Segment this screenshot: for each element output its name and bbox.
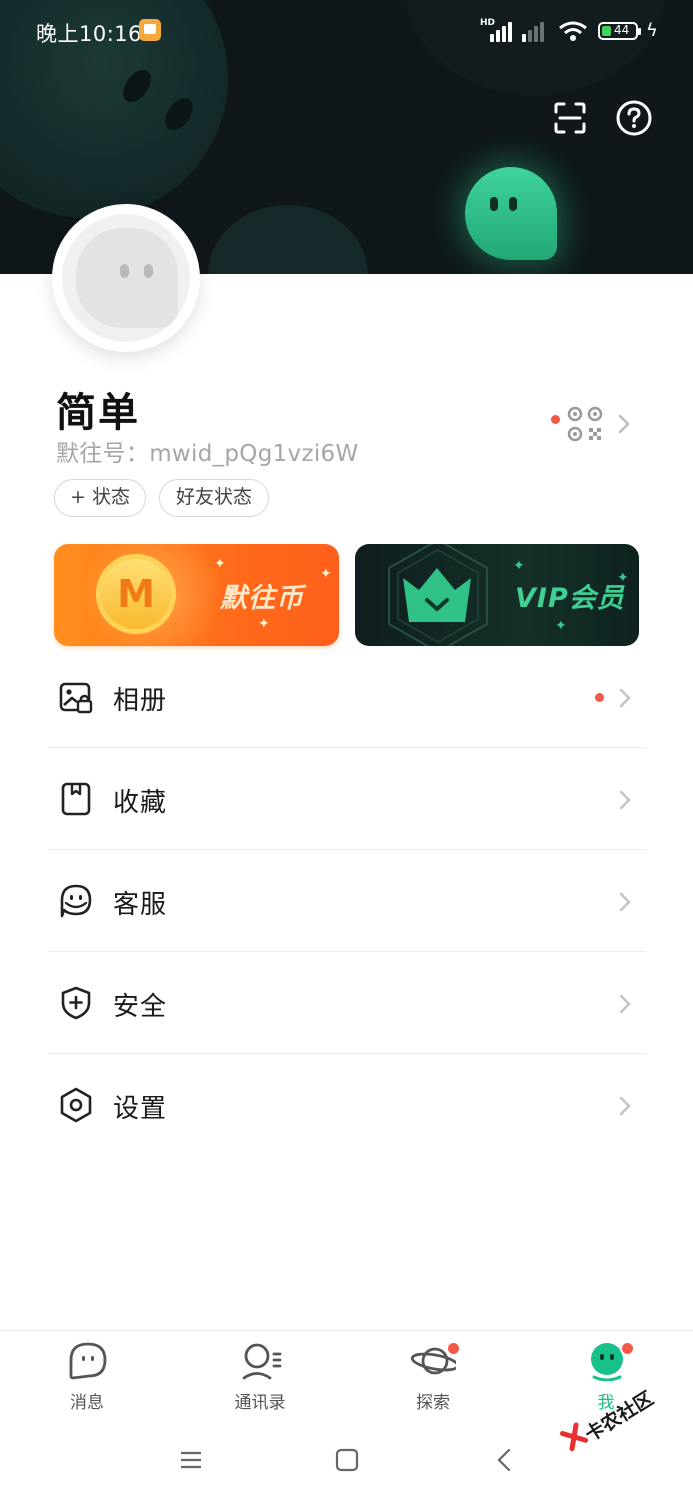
chevron-right-icon: [619, 994, 631, 1014]
back-icon[interactable]: [491, 1446, 519, 1474]
ghost-mascot-icon: [465, 167, 557, 260]
shield-icon: [61, 986, 91, 1020]
chevron-right-icon: [619, 892, 631, 912]
add-status-button[interactable]: + 状态: [54, 479, 146, 517]
chevron-right-icon: [619, 790, 631, 810]
customer-service-icon: [60, 884, 92, 918]
sparkle-icon: ✦: [617, 570, 629, 586]
settings-menu: 相册 收藏 客服 安全 设置: [48, 646, 646, 1156]
menu-item-label: 收藏: [113, 788, 168, 818]
help-icon[interactable]: [614, 98, 654, 138]
chevron-right-icon[interactable]: [617, 413, 631, 435]
planet-decoration: [208, 205, 368, 274]
default-avatar-ghost-icon: [76, 228, 178, 328]
tab-label: 消息: [70, 1393, 104, 1413]
chevron-right-icon: [619, 1096, 631, 1116]
signal-icon: [490, 20, 512, 42]
menu-item-label: 客服: [113, 890, 168, 920]
battery-level: 44: [614, 23, 630, 37]
crown-icon: [403, 568, 471, 622]
status-bar: 晚上10:16 HD 44 ϟ: [0, 0, 693, 62]
sparkle-icon: ✦: [320, 566, 332, 582]
sparkle-icon: ✦: [258, 616, 270, 632]
tab-label: 探索: [416, 1393, 450, 1413]
coin-card[interactable]: M 默往币 ✦ ✦ ✦: [54, 544, 339, 646]
menu-item-favorites[interactable]: 收藏: [48, 748, 646, 850]
charging-icon: ϟ: [646, 20, 658, 41]
qr-code-icon[interactable]: [566, 405, 604, 443]
menu-item-customer-service[interactable]: 客服: [48, 850, 646, 952]
sparkle-icon: ✦: [555, 618, 567, 634]
vip-card[interactable]: VIP会员 ✦ ✦ ✦: [355, 544, 639, 646]
tab-explore[interactable]: 探索: [368, 1331, 498, 1419]
message-ghost-icon: [69, 1342, 107, 1380]
menu-item-label: 相册: [113, 686, 168, 716]
photo-album-icon: [59, 682, 93, 714]
tab-messages[interactable]: 消息: [22, 1331, 152, 1419]
wifi-icon: [559, 21, 587, 41]
menu-item-settings[interactable]: 设置: [48, 1054, 646, 1156]
chevron-right-icon: [619, 688, 631, 708]
qr-notification-dot: [551, 415, 560, 424]
notification-dot: [595, 693, 604, 702]
sparkle-icon: ✦: [214, 556, 226, 572]
settings-hexagon-icon: [60, 1087, 92, 1123]
menu-item-label: 设置: [113, 1094, 168, 1124]
menu-item-label: 安全: [113, 992, 168, 1022]
tab-contacts[interactable]: 通讯录: [195, 1331, 325, 1419]
avatar[interactable]: [52, 204, 200, 352]
bookmark-icon: [61, 782, 91, 816]
home-icon[interactable]: [333, 1446, 361, 1474]
signal-icon: [522, 20, 544, 42]
tab-label: 通讯录: [234, 1393, 286, 1413]
coin-card-label: 默往币: [220, 583, 304, 614]
vip-card-label: VIP会员: [515, 583, 625, 614]
battery-icon: 44: [598, 22, 641, 40]
contacts-icon: [242, 1343, 282, 1380]
menu-item-security[interactable]: 安全: [48, 952, 646, 1054]
notification-app-icon: [139, 19, 161, 41]
tab-badge-dot: [446, 1341, 461, 1356]
tab-badge-dot: [620, 1341, 635, 1356]
coin-icon: M: [96, 554, 176, 634]
menu-item-album[interactable]: 相册: [48, 646, 646, 748]
status-time: 晚上10:16: [36, 22, 143, 46]
menu-icon[interactable]: [177, 1446, 205, 1474]
scan-icon[interactable]: [550, 98, 590, 138]
account-id: 默往号：mwid_pQg1vzi6W: [56, 441, 359, 467]
friend-status-button[interactable]: 好友状态: [159, 479, 269, 517]
nickname: 简单: [56, 390, 140, 436]
sparkle-icon: ✦: [513, 558, 525, 574]
